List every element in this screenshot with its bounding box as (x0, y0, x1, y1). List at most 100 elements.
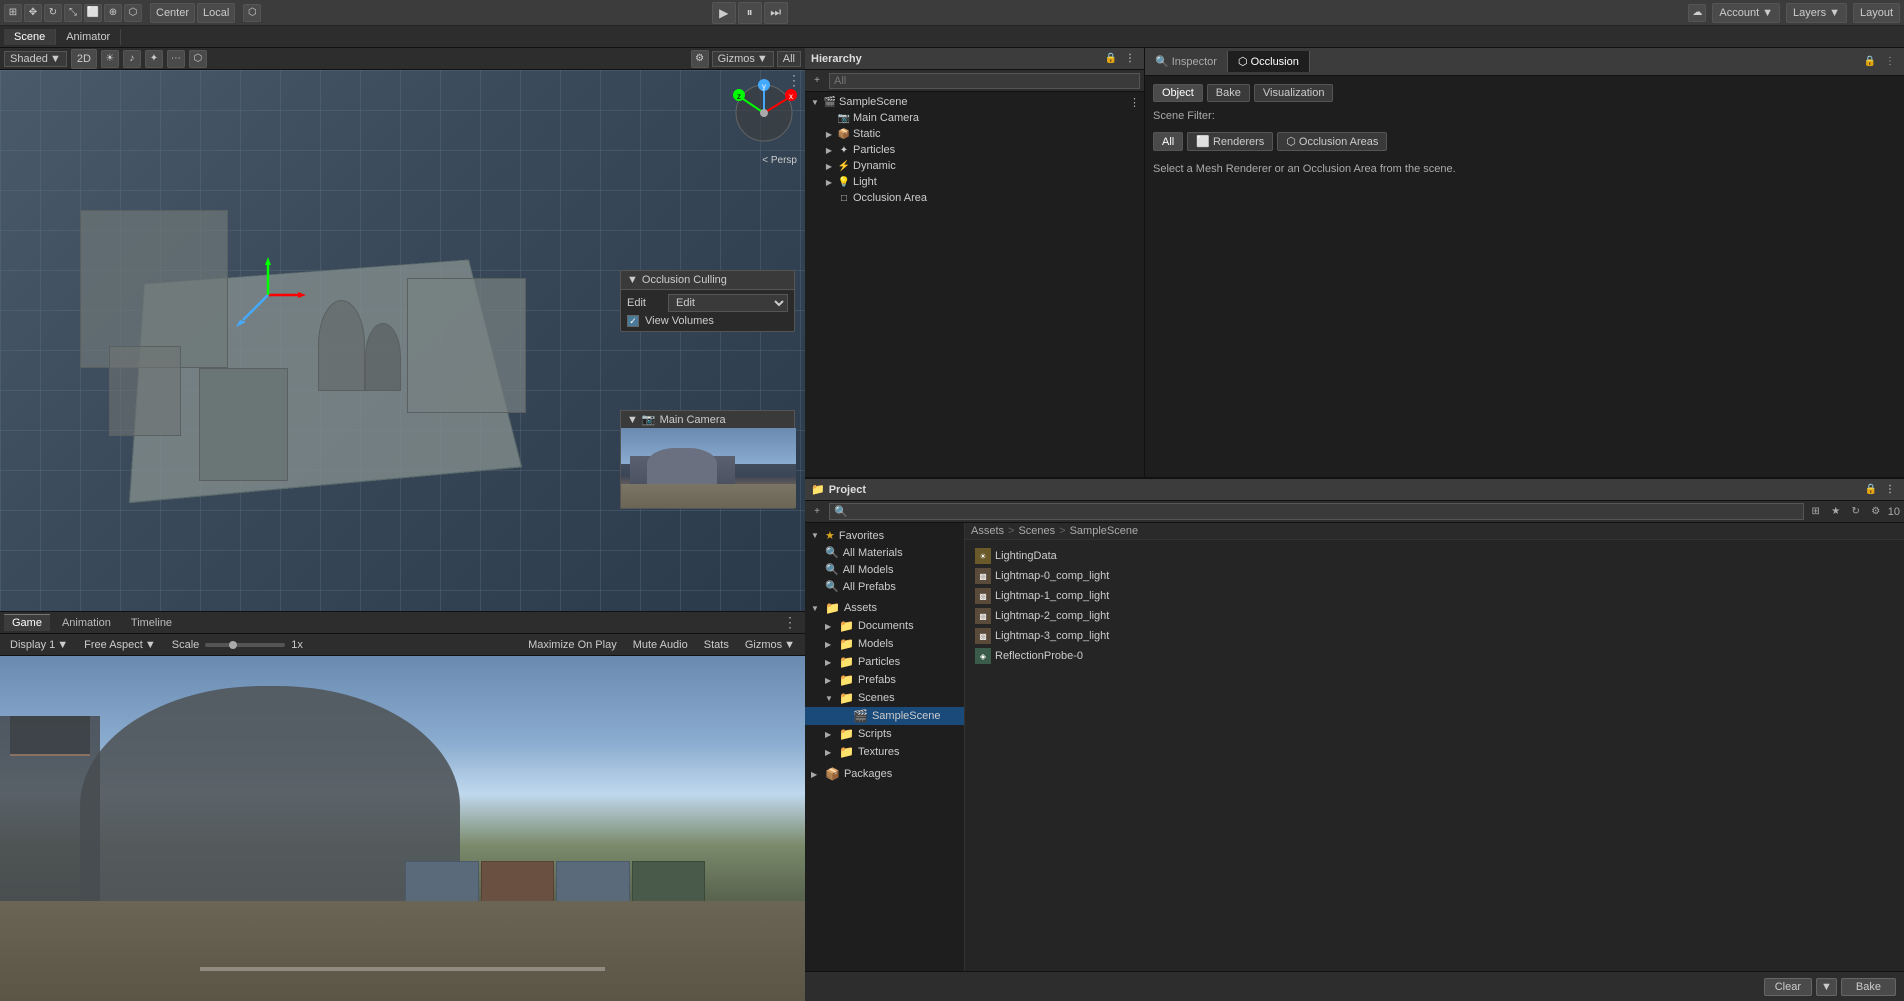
twod-button[interactable]: 2D (71, 49, 97, 69)
all-prefabs-item[interactable]: 🔍 All Prefabs (805, 578, 964, 595)
inspector-tab[interactable]: 🔍 Inspector (1145, 51, 1228, 72)
aspect-dropdown[interactable]: Free Aspect ▼ (78, 637, 162, 653)
inspector-lock-icon[interactable]: 🔒 (1862, 54, 1878, 70)
scene-canvas[interactable]: y x z < Persp ▼ (0, 70, 805, 611)
collab-icon[interactable]: ☁ (1688, 4, 1706, 22)
scene-settings-icon[interactable]: ⚙ (691, 50, 709, 68)
file-lightmap1[interactable]: ▩ Lightmap-1_comp_light (971, 586, 1898, 606)
clear-button[interactable]: Clear (1764, 978, 1812, 996)
mute-button[interactable]: Mute Audio (627, 637, 694, 653)
all-materials-item[interactable]: 🔍 All Materials (805, 544, 964, 561)
layers-button[interactable]: Layers ▼ (1786, 3, 1847, 23)
hierarchy-search[interactable] (829, 73, 1140, 89)
tree-item-light[interactable]: ▶ 💡 Light (805, 174, 1144, 190)
particles-item[interactable]: ▶ 📁 Particles (805, 653, 964, 671)
occlusion-edit-select[interactable]: Edit (668, 294, 788, 312)
project-refresh-icon[interactable]: ↻ (1848, 504, 1864, 520)
scene-options-icon[interactable]: ⋯ (167, 50, 185, 68)
project-view-toggle-icon[interactable]: ⊞ (1808, 504, 1824, 520)
display-dropdown[interactable]: Display 1 ▼ (4, 637, 74, 653)
scale-slider[interactable] (205, 643, 285, 647)
occlusion-areas-filter-button[interactable]: ⬡ Occlusion Areas (1277, 132, 1387, 151)
transform-icon[interactable]: ⊕ (104, 4, 122, 22)
scene-tab[interactable]: Scene (4, 29, 56, 45)
view-volumes-checkbox[interactable]: ✓ (627, 315, 639, 327)
layout-button[interactable]: Layout (1853, 3, 1900, 23)
custom2-icon[interactable]: ⬡ (243, 4, 261, 22)
project-search[interactable]: 🔍 (829, 503, 1804, 520)
rotate-icon[interactable]: ↻ (44, 4, 62, 22)
scripts-item[interactable]: ▶ 📁 Scripts (805, 725, 964, 743)
rect-icon[interactable]: ⬜ (84, 4, 102, 22)
game-tab[interactable]: Game (4, 614, 50, 631)
light-icon[interactable]: ☀ (101, 50, 119, 68)
file-reflectionprobe[interactable]: ◈ ReflectionProbe-0 (971, 646, 1898, 666)
breadcrumb-scenes[interactable]: Scenes (1018, 525, 1055, 537)
project-more-icon[interactable]: ⋮ (1882, 482, 1898, 498)
favorites-header[interactable]: ▼ ★ Favorites (805, 527, 964, 544)
object-button[interactable]: Object (1153, 84, 1203, 102)
renderers-filter-button[interactable]: ⬜ Renderers (1187, 132, 1273, 151)
play-button[interactable]: ▶ (712, 2, 736, 24)
visualization-button[interactable]: Visualization (1254, 84, 1334, 102)
breadcrumb-assets[interactable]: Assets (971, 525, 1004, 537)
inspector-more-icon[interactable]: ⋮ (1882, 54, 1898, 70)
all-filter-button[interactable]: All (1153, 132, 1183, 151)
fx-icon[interactable]: ✦ (145, 50, 163, 68)
tree-item-static[interactable]: ▶ 📦 Static (805, 126, 1144, 142)
scale-icon[interactable]: ⤡ (64, 4, 82, 22)
samplescene-file-item[interactable]: 🎬 SampleScene (805, 707, 964, 725)
scenes-item[interactable]: ▼ 📁 Scenes (805, 689, 964, 707)
maximize-button[interactable]: Maximize On Play (522, 637, 623, 653)
breadcrumb-samplescene[interactable]: SampleScene (1070, 525, 1139, 537)
scene-icon[interactable]: ⊞ (4, 4, 22, 22)
timeline-tab[interactable]: Timeline (123, 615, 180, 631)
documents-item[interactable]: ▶ 📁 Documents (805, 617, 964, 635)
file-lightmap3[interactable]: ▩ Lightmap-3_comp_light (971, 626, 1898, 646)
all-dropdown[interactable]: All (777, 51, 801, 67)
file-lightmap0[interactable]: ▩ Lightmap-0_comp_light (971, 566, 1898, 586)
account-button[interactable]: Account ▼ (1712, 3, 1780, 23)
project-favorite-icon[interactable]: ★ (1828, 504, 1844, 520)
game-more-icon[interactable]: ⋮ (779, 614, 801, 631)
hierarchy-add-button[interactable]: + (809, 73, 825, 89)
animator-tab[interactable]: Animator (56, 29, 121, 45)
occlusion-tab[interactable]: ⬡ Occlusion (1228, 51, 1310, 72)
models-item[interactable]: ▶ 📁 Models (805, 635, 964, 653)
samplescene-more-icon[interactable]: ⋮ (1129, 96, 1144, 109)
all-models-item[interactable]: 🔍 All Models (805, 561, 964, 578)
audio-icon[interactable]: ♪ (123, 50, 141, 68)
scene-more-icon[interactable]: ⋮ (787, 72, 801, 89)
project-settings-icon[interactable]: ⚙ (1868, 504, 1884, 520)
file-lightmap2[interactable]: ▩ Lightmap-2_comp_light (971, 606, 1898, 626)
pause-button[interactable]: ⏸ (738, 2, 762, 24)
tree-item-samplescene[interactable]: ▼ 🎬 SampleScene ⋮ (805, 94, 1144, 110)
bake-button[interactable]: Bake (1207, 84, 1250, 102)
tree-item-particles[interactable]: ▶ ✦ Particles (805, 142, 1144, 158)
game-gizmos-button[interactable]: Gizmos ▼ (739, 637, 801, 653)
stats-button[interactable]: Stats (698, 637, 735, 653)
hierarchy-more-icon[interactable]: ⋮ (1122, 51, 1138, 67)
gizmos-dropdown[interactable]: Gizmos ▼ (712, 51, 774, 67)
move-icon[interactable]: ✥ (24, 4, 42, 22)
animation-tab[interactable]: Animation (54, 615, 119, 631)
center-button[interactable]: Center (150, 3, 195, 23)
local-button[interactable]: Local (197, 3, 235, 23)
tree-item-maincamera[interactable]: 📷 Main Camera (805, 110, 1144, 126)
tree-item-occlusionarea[interactable]: □ Occlusion Area (805, 190, 1144, 206)
packages-header[interactable]: ▶ 📦 Packages (805, 765, 964, 783)
hierarchy-lock-icon[interactable]: 🔒 (1103, 51, 1119, 67)
bake-action-button[interactable]: Bake (1841, 978, 1896, 996)
prefabs-item[interactable]: ▶ 📁 Prefabs (805, 671, 964, 689)
step-button[interactable]: ⏭ (764, 2, 788, 24)
tree-item-dynamic[interactable]: ▶ ⚡ Dynamic (805, 158, 1144, 174)
assets-header[interactable]: ▼ 📁 Assets (805, 599, 964, 617)
clear-dropdown-button[interactable]: ▼ (1816, 978, 1837, 996)
scene-extras-icon[interactable]: ⬡ (189, 50, 207, 68)
textures-item[interactable]: ▶ 📁 Textures (805, 743, 964, 761)
file-lightingdata[interactable]: ☀ LightingData (971, 546, 1898, 566)
custom-icon[interactable]: ⬡ (124, 4, 142, 22)
project-lock-icon[interactable]: 🔒 (1863, 482, 1879, 498)
project-add-button[interactable]: + (809, 504, 825, 520)
shaded-dropdown[interactable]: Shaded ▼ (4, 51, 67, 67)
